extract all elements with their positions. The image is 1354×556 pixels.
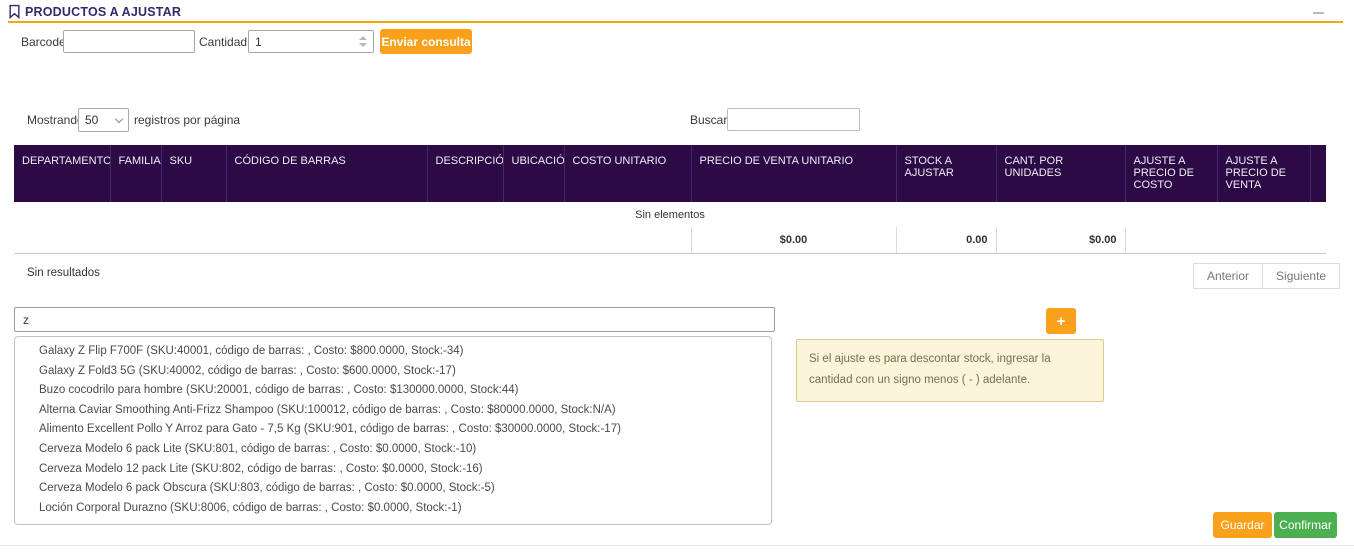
suggestion-item[interactable]: Cerveza Modelo 6 pack Lite (SKU:801, cód…: [15, 440, 771, 460]
buscar-input[interactable]: [727, 108, 860, 131]
total-stock-a-ajustar: 0.00: [896, 227, 996, 253]
spin-up-icon[interactable]: [359, 36, 367, 40]
cantidad-label: Cantidad:: [199, 35, 250, 49]
suggestion-item[interactable]: Galaxy Z Flip F700F (SKU:40001, código d…: [15, 342, 771, 362]
page-size-select[interactable]: 50: [78, 108, 129, 132]
products-to-adjust-panel: PRODUCTOS A AJUSTAR Barcode: Cantidad: E…: [0, 0, 1354, 556]
cantidad-stepper[interactable]: [248, 30, 374, 53]
barcode-input[interactable]: [63, 30, 195, 53]
cantidad-input[interactable]: [249, 31, 373, 52]
suggestion-item[interactable]: Loción Corporal Durazno (SKU:8006, códig…: [15, 499, 771, 519]
add-product-button[interactable]: +: [1046, 308, 1076, 334]
col-departamento: DEPARTAMENTO: [14, 145, 110, 202]
suggestion-item[interactable]: Alterna Caviar Smoothing Anti-Frizz Sham…: [15, 401, 771, 421]
negative-stock-warning: Si el ajuste es para descontar stock, in…: [796, 339, 1104, 402]
spinner-arrows-icon[interactable]: [356, 31, 370, 52]
chevron-down-icon: [115, 114, 123, 122]
empty-table-message: Sin elementos: [14, 202, 1326, 227]
col-familia: FAMILIA: [110, 145, 161, 202]
suggestion-item[interactable]: Cerveza Modelo 12 pack Lite (SKU:802, có…: [15, 460, 771, 480]
totals-empty-cell: [1125, 227, 1217, 253]
guardar-button[interactable]: Guardar: [1213, 512, 1272, 538]
confirmar-button[interactable]: Confirmar: [1274, 512, 1337, 538]
col-ubicacion: UBICACIÓN: [503, 145, 564, 202]
col-costo-unitario: COSTO UNITARIO: [564, 145, 691, 202]
suggestion-item[interactable]: Alimento Excellent Pollo Y Arroz para Ga…: [15, 420, 771, 440]
col-codigo-de-barras: CÓDIGO DE BARRAS: [226, 145, 427, 202]
col-ajuste-precio-costo: AJUSTE A PRECIO DE COSTO: [1125, 145, 1217, 202]
col-sku: SKU: [161, 145, 226, 202]
enviar-consulta-button[interactable]: Enviar consulta: [380, 29, 472, 54]
barcode-label: Barcode:: [21, 35, 69, 49]
pagination: Anterior Siguiente: [1193, 263, 1340, 289]
panel-bottom-divider: [0, 545, 1354, 546]
totals-empty-cell: [1217, 227, 1310, 253]
page-title: PRODUCTOS A AJUSTAR: [25, 5, 181, 19]
col-descripcion: DESCRIPCIÓN: [427, 145, 503, 202]
results-status: Sin resultados: [27, 267, 100, 279]
total-cant-por-unidades: $0.00: [996, 227, 1125, 253]
products-table: DEPARTAMENTO FAMILIA SKU CÓDIGO DE BARRA…: [14, 145, 1326, 254]
suggestion-item[interactable]: Buzo cocodrilo para hombre (SKU:20001, c…: [15, 381, 771, 401]
col-precio-venta-unitario: PRECIO DE VENTA UNITARIO: [691, 145, 896, 202]
col-stock-a-ajustar: STOCK A AJUSTAR: [896, 145, 996, 202]
totals-spacer-cell: [14, 227, 691, 253]
product-search-input[interactable]: [14, 307, 775, 332]
mostrando-label: Mostrando: [27, 113, 84, 127]
autocomplete-dropdown: Galaxy Z Flip F700F (SKU:40001, código d…: [14, 336, 772, 525]
header-accent-divider: [8, 21, 1343, 23]
buscar-label: Buscar: [690, 113, 727, 127]
totals-empty-cell: [1310, 227, 1326, 253]
collapse-panel-icon[interactable]: [1313, 12, 1325, 15]
page-size-value: 50: [85, 113, 98, 127]
col-ajuste-precio-venta: AJUSTE A PRECIO DE VENTA: [1217, 145, 1310, 202]
col-spacer: [1310, 145, 1326, 202]
bookmark-icon: [8, 4, 21, 19]
panel-header: PRODUCTOS A AJUSTAR: [8, 4, 181, 19]
col-cant-por-unidades: CANT. POR UNIDADES: [996, 145, 1125, 202]
table-header-row: DEPARTAMENTO FAMILIA SKU CÓDIGO DE BARRA…: [14, 145, 1326, 202]
totals-row: $0.00 0.00 $0.00: [14, 227, 1326, 253]
empty-table-row: Sin elementos: [14, 202, 1326, 227]
total-precio-venta: $0.00: [691, 227, 896, 253]
previous-page-button[interactable]: Anterior: [1193, 263, 1263, 289]
spin-down-icon[interactable]: [359, 43, 367, 47]
suggestion-item[interactable]: Cerveza Modelo 6 pack Obscura (SKU:803, …: [15, 479, 771, 499]
next-page-button[interactable]: Siguiente: [1262, 263, 1340, 289]
registros-label: registros por página: [134, 113, 240, 127]
suggestion-item[interactable]: Galaxy Z Fold3 5G (SKU:40002, código de …: [15, 362, 771, 382]
